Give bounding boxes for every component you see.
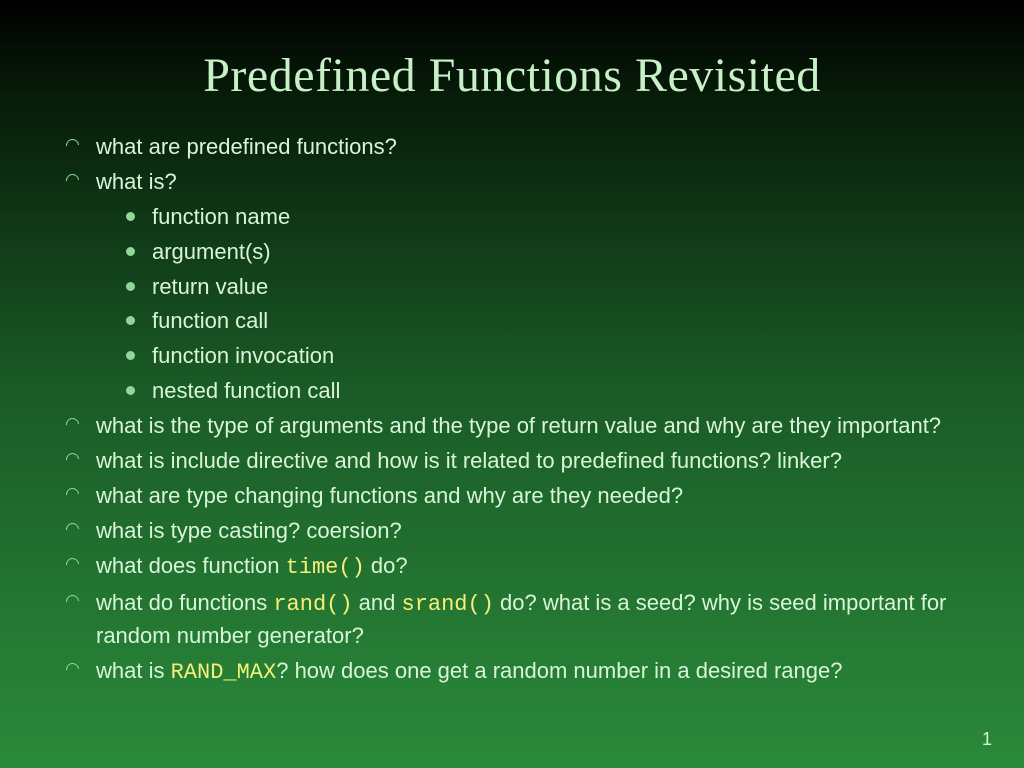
sub-bullet-item: function invocation xyxy=(152,340,974,372)
bullet-item: what do functions rand() and srand() do?… xyxy=(96,587,974,653)
code-snippet: rand() xyxy=(273,592,352,617)
bullet-item: what are type changing functions and why… xyxy=(96,480,974,512)
bullet-item: what is include directive and how is it … xyxy=(96,445,974,477)
code-snippet: time() xyxy=(286,555,365,580)
slide: Predefined Functions Revisited what are … xyxy=(0,0,1024,768)
sub-bullet-item: argument(s) xyxy=(152,236,974,268)
bullet-text: what is? xyxy=(96,169,177,194)
bullet-text-pre: what do functions xyxy=(96,590,273,615)
sub-bullet-item: return value xyxy=(152,271,974,303)
bullet-item: what is type casting? coersion? xyxy=(96,515,974,547)
bullet-item: what is? function name argument(s) retur… xyxy=(96,166,974,407)
sub-bullet-item: function call xyxy=(152,305,974,337)
bullet-text-mid: and xyxy=(353,590,402,615)
bullet-item: what does function time() do? xyxy=(96,550,974,584)
sub-bullet-item: nested function call xyxy=(152,375,974,407)
bullet-text-post: ? how does one get a random number in a … xyxy=(276,658,842,683)
slide-title: Predefined Functions Revisited xyxy=(50,48,974,103)
bullet-item: what is the type of arguments and the ty… xyxy=(96,410,974,442)
code-snippet: srand() xyxy=(402,592,494,617)
page-number: 1 xyxy=(982,729,992,750)
bullet-item: what are predefined functions? xyxy=(96,131,974,163)
bullet-text-pre: what does function xyxy=(96,553,286,578)
sub-bullet-item: function name xyxy=(152,201,974,233)
bullet-list: what are predefined functions? what is? … xyxy=(50,131,974,689)
bullet-item: what is RAND_MAX? how does one get a ran… xyxy=(96,655,974,689)
sub-bullet-list: function name argument(s) return value f… xyxy=(96,201,974,407)
code-snippet: RAND_MAX xyxy=(171,660,277,685)
bullet-text-pre: what is xyxy=(96,658,171,683)
bullet-text-post: do? xyxy=(365,553,408,578)
